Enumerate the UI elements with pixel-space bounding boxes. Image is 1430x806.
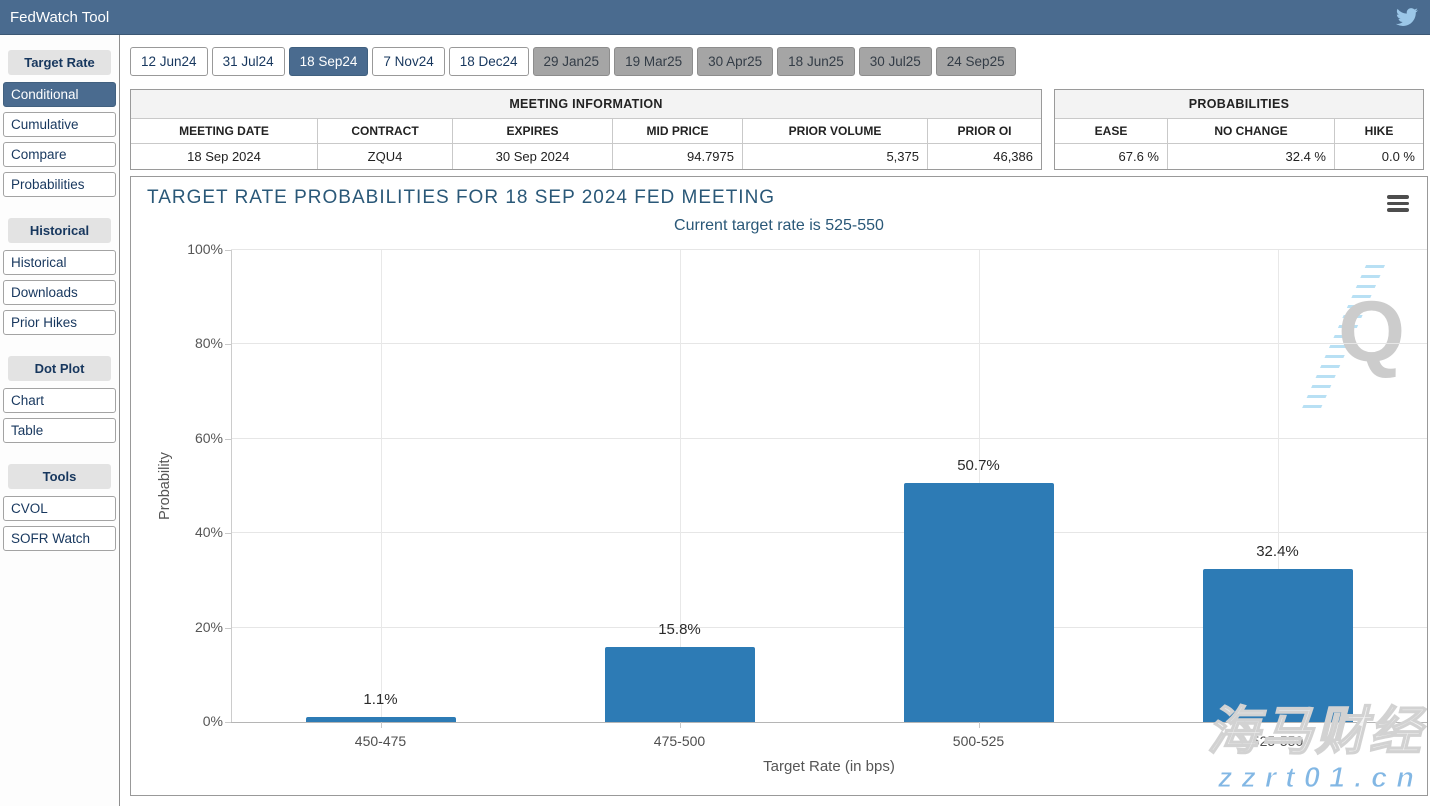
probabilities-panel: PROBABILITIES EASE NO CHANGE HIKE 67.6 %… — [1054, 89, 1424, 170]
plot-area: 0%20%40%60%80%100%1.1%450-47515.8%475-50… — [231, 250, 1427, 722]
y-tick-label: 80% — [169, 335, 223, 351]
col-expires: EXPIRES — [453, 119, 613, 143]
col-prior-oi: PRIOR OI — [928, 119, 1041, 143]
col-meeting-date: MEETING DATE — [131, 119, 318, 143]
tab-29-jan25[interactable]: 29 Jan25 — [533, 47, 611, 76]
val-meeting-date: 18 Sep 2024 — [131, 144, 318, 169]
bar-525-550[interactable] — [1203, 569, 1353, 722]
meeting-info-title: MEETING INFORMATION — [131, 90, 1041, 119]
sidebar-item-sofr-watch[interactable]: SOFR Watch — [3, 526, 116, 551]
gridline-y — [231, 722, 1427, 723]
gridline-x — [381, 250, 382, 722]
sidebar-item-cvol[interactable]: CVOL — [3, 496, 116, 521]
bar-value-label: 1.1% — [321, 691, 441, 708]
x-tick-mark — [979, 722, 980, 728]
bar-value-label: 50.7% — [919, 457, 1039, 474]
bar-value-label: 32.4% — [1218, 543, 1338, 560]
sidebar-item-probabilities[interactable]: Probabilities — [3, 172, 116, 197]
val-hike: 0.0 % — [1335, 144, 1423, 169]
sidebar-item-chart[interactable]: Chart — [3, 388, 116, 413]
meeting-tabs: 12 Jun24 31 Jul24 18 Sep24 7 Nov24 18 De… — [130, 47, 1428, 76]
chart-subtitle: Current target rate is 525-550 — [131, 217, 1427, 235]
val-expires: 30 Sep 2024 — [453, 144, 613, 169]
tab-18-sep24[interactable]: 18 Sep24 — [289, 47, 369, 76]
col-prior-volume: PRIOR VOLUME — [743, 119, 928, 143]
y-tick-mark — [225, 722, 231, 723]
x-tick-mark — [1278, 722, 1279, 728]
tab-18-dec24[interactable]: 18 Dec24 — [449, 47, 529, 76]
sidebar-item-cumulative[interactable]: Cumulative — [3, 112, 116, 137]
bar-500-525[interactable] — [904, 483, 1054, 722]
target-rate-chart: TARGET RATE PROBABILITIES FOR 18 SEP 202… — [130, 176, 1428, 796]
x-axis-title: Target Rate (in bps) — [231, 758, 1427, 775]
sidebar-item-downloads[interactable]: Downloads — [3, 280, 116, 305]
tab-24-sep25[interactable]: 24 Sep25 — [936, 47, 1016, 76]
bar-475-500[interactable] — [605, 647, 755, 722]
y-tick-label: 100% — [169, 241, 223, 257]
y-tick-label: 40% — [169, 524, 223, 540]
chart-menu-icon[interactable] — [1387, 195, 1409, 215]
x-tick-mark — [381, 722, 382, 728]
val-prior-oi: 46,386 — [928, 144, 1041, 169]
sidebar-item-prior-hikes[interactable]: Prior Hikes — [3, 310, 116, 335]
y-axis-line — [231, 250, 232, 722]
gridline-y — [231, 343, 1427, 344]
x-tick-label: 475-500 — [610, 733, 750, 749]
gridline-y — [231, 438, 1427, 439]
val-ease: 67.6 % — [1055, 144, 1168, 169]
sidebar: Target Rate Conditional Cumulative Compa… — [0, 35, 120, 806]
col-mid-price: MID PRICE — [613, 119, 743, 143]
tab-19-mar25[interactable]: 19 Mar25 — [614, 47, 693, 76]
val-no-change: 32.4 % — [1168, 144, 1335, 169]
sidebar-header-dot-plot: Dot Plot — [8, 356, 111, 381]
meeting-info-panel: MEETING INFORMATION MEETING DATE CONTRAC… — [130, 89, 1042, 170]
gridline-y — [231, 532, 1427, 533]
y-tick-label: 60% — [169, 430, 223, 446]
tab-30-apr25[interactable]: 30 Apr25 — [697, 47, 773, 76]
app-header: FedWatch Tool — [0, 0, 1430, 35]
x-tick-label: 525-550 — [1208, 733, 1348, 749]
x-tick-label: 500-525 — [909, 733, 1049, 749]
sidebar-item-historical[interactable]: Historical — [3, 250, 116, 275]
sidebar-item-conditional[interactable]: Conditional — [3, 82, 116, 107]
sidebar-item-compare[interactable]: Compare — [3, 142, 116, 167]
tab-31-jul24[interactable]: 31 Jul24 — [212, 47, 285, 76]
sidebar-item-table[interactable]: Table — [3, 418, 116, 443]
chart-title: TARGET RATE PROBABILITIES FOR 18 SEP 202… — [147, 187, 775, 209]
val-mid-price: 94.7975 — [613, 144, 743, 169]
col-no-change: NO CHANGE — [1168, 119, 1335, 143]
col-contract: CONTRACT — [318, 119, 453, 143]
sidebar-header-tools: Tools — [8, 464, 111, 489]
x-tick-mark — [680, 722, 681, 728]
app-title: FedWatch Tool — [10, 9, 109, 26]
y-tick-label: 20% — [169, 619, 223, 635]
bar-value-label: 15.8% — [620, 621, 740, 638]
gridline-y — [231, 249, 1427, 250]
tab-7-nov24[interactable]: 7 Nov24 — [372, 47, 444, 76]
y-axis-title: Probability — [157, 250, 173, 722]
tab-18-jun25[interactable]: 18 Jun25 — [777, 47, 855, 76]
col-hike: HIKE — [1335, 119, 1423, 143]
probabilities-title: PROBABILITIES — [1055, 90, 1423, 119]
sidebar-header-target-rate: Target Rate — [8, 50, 111, 75]
main-content: 12 Jun24 31 Jul24 18 Sep24 7 Nov24 18 De… — [120, 35, 1430, 806]
sidebar-header-historical: Historical — [8, 218, 111, 243]
x-tick-label: 450-475 — [311, 733, 451, 749]
col-ease: EASE — [1055, 119, 1168, 143]
val-prior-volume: 5,375 — [743, 144, 928, 169]
tab-12-jun24[interactable]: 12 Jun24 — [130, 47, 208, 76]
tab-30-jul25[interactable]: 30 Jul25 — [859, 47, 932, 76]
y-tick-label: 0% — [169, 713, 223, 729]
val-contract: ZQU4 — [318, 144, 453, 169]
twitter-icon[interactable] — [1396, 6, 1418, 28]
